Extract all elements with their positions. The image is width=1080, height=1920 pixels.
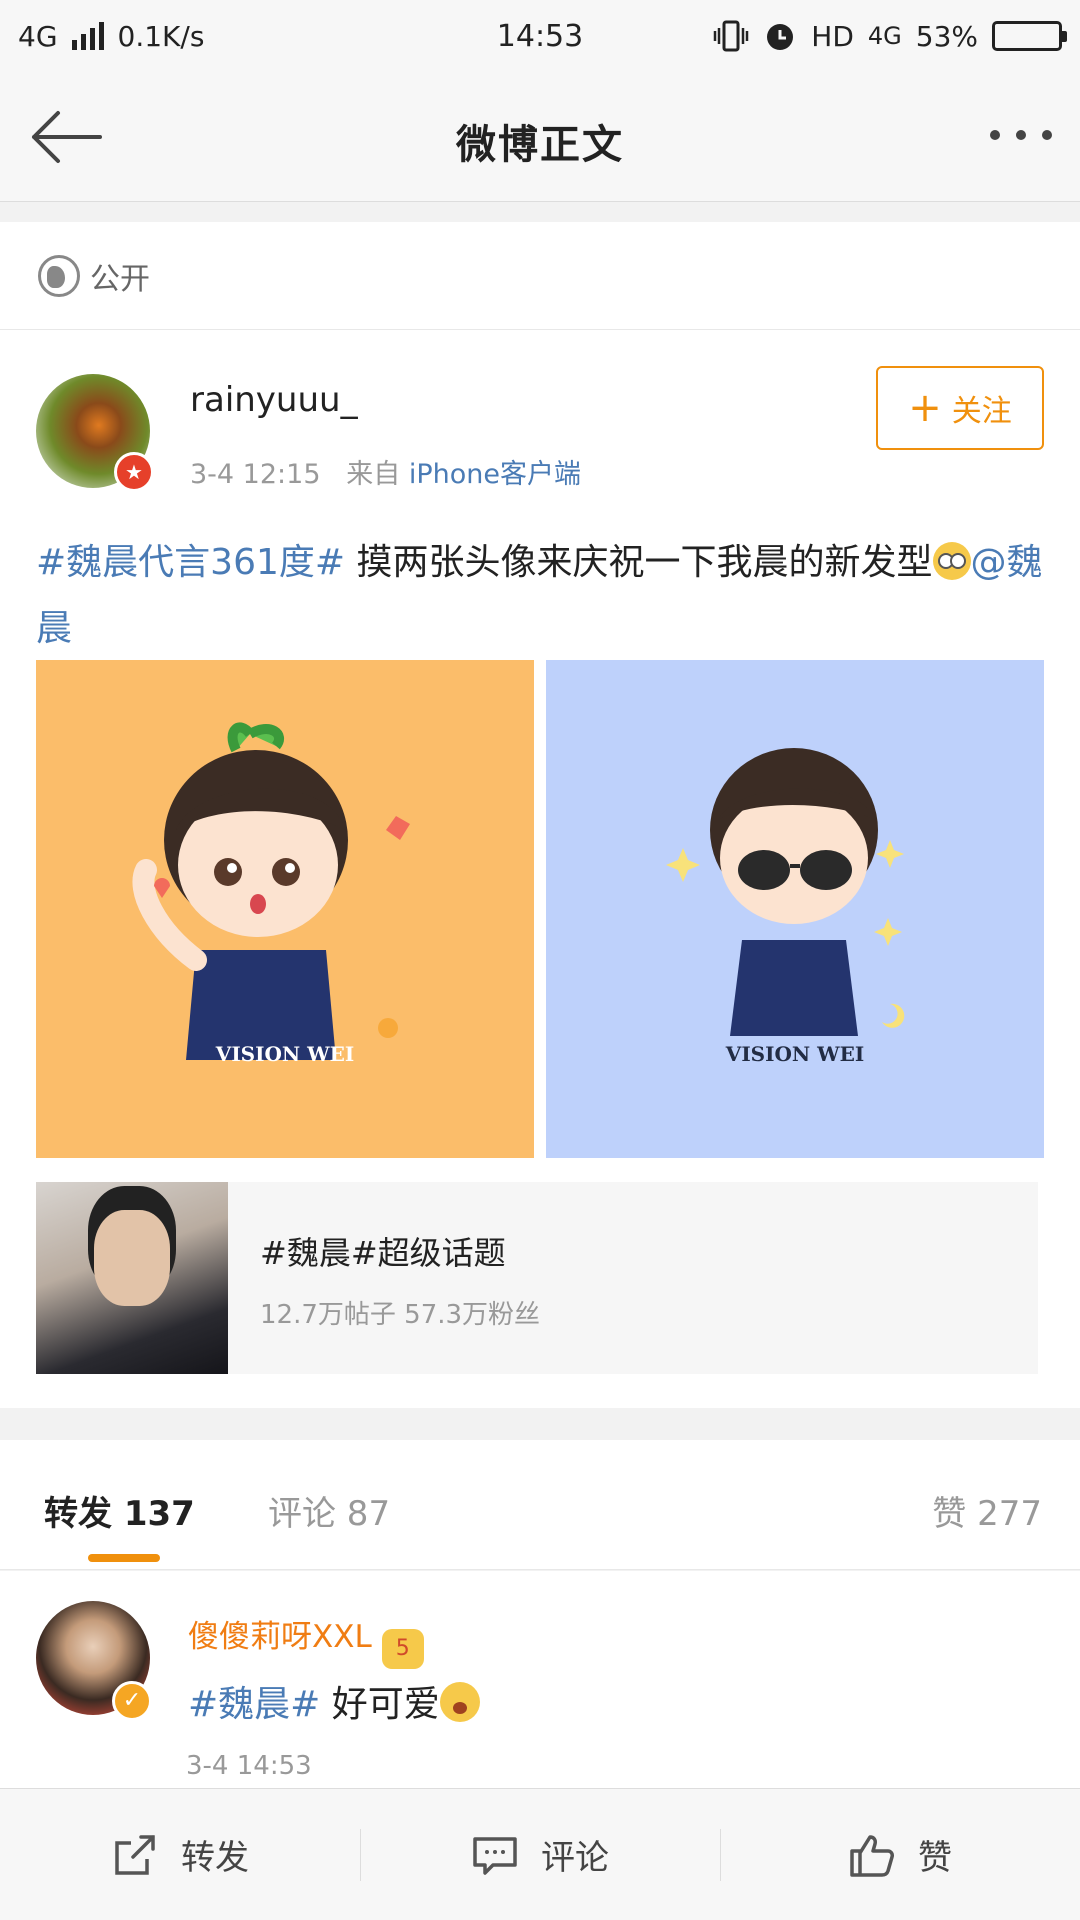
source-prefix: 来自 [346,459,401,490]
topic-title: #魏晨#超级话题 [260,1234,506,1272]
signal-icon [71,22,104,50]
battery-percent: 53% [915,19,978,53]
cartoon-avatar-sunglasses-illustration [666,748,905,1036]
repost-username-text: 傻傻莉呀XXL [188,1619,372,1655]
repost-body: 好可爱 [320,1684,440,1725]
repost-text: #魏晨# 好可爱 [188,1675,480,1727]
post-image-1[interactable]: VISION WEI [36,660,534,1158]
post-hashtag[interactable]: #魏晨代言361度# [36,542,345,583]
post-date: 3-4 12:15 [190,459,321,490]
tab-repost[interactable]: 转发 137 [44,1486,195,1535]
post-text: 摸两张头像来庆祝一下我晨的新发型 [345,542,933,583]
post-source[interactable]: iPhone客户端 [409,459,581,490]
comment-label: 评论 [541,1838,609,1878]
topic-info: #魏晨#超级话题 12.7万帖子 57.3万粉丝 [228,1182,540,1374]
repost-hashtag[interactable]: #魏晨# [188,1684,320,1725]
status-left: 4G 0.1K/s [18,20,398,53]
like-label: 赞 [918,1838,952,1878]
cartoon-avatar-illustration [132,722,410,1060]
interaction-tabs: 转发 137 评论 87 赞 277 [0,1440,1080,1570]
post-image-2[interactable]: VISION WEI [546,660,1044,1158]
repost-label: 转发 [181,1838,249,1878]
status-bar: 4G 0.1K/s 14:53 HD 4G 53% [0,0,1080,72]
super-topic-card[interactable]: #魏晨#超级话题 12.7万帖子 57.3万粉丝 [36,1182,1038,1374]
image-watermark: VISION WEI [725,1042,865,1066]
comment-icon [473,1836,517,1875]
visibility-row: 公开 [0,222,1080,330]
member-crown-icon: 5 [381,1629,424,1669]
repost-button[interactable]: 转发 [0,1789,360,1920]
alarm-icon [767,24,794,50]
battery-icon [992,21,1067,51]
bottom-action-bar: 转发 评论 赞 [0,1788,1080,1920]
verified-badge-icon: ✓ [112,1681,152,1721]
emoji-icon [932,542,971,580]
verified-badge-icon: ★ [114,452,154,492]
repost-item[interactable]: ✓ 傻傻莉呀XXL 5 #魏晨# 好可爱 3-4 14:53 [0,1571,1080,1789]
post-card: 公开 ★ rainyuuu_ 3-4 12:15 来自 iPhone客户端 + … [0,222,1080,1408]
network-speed: 0.1K/s [117,19,205,53]
network-type: 4G [18,19,58,53]
follow-button[interactable]: + 关注 [876,366,1044,450]
emoji-icon [439,1682,480,1722]
network-type-right: 4G [867,22,902,50]
follow-label: 关注 [951,394,1012,429]
tab-like[interactable]: 赞 277 [932,1486,1042,1535]
plus-icon: + [908,385,942,431]
tab-comment[interactable]: 评论 87 [268,1486,390,1535]
visibility-label: 公开 [90,261,150,297]
image-grid: VISION WEI VISION WEI [36,660,1044,1158]
post-body: #魏晨代言361度# 摸两张头像来庆祝一下我晨的新发型 @魏晨 [36,530,1046,662]
repost-username[interactable]: 傻傻莉呀XXL 5 [188,1611,424,1669]
hd-label: HD [811,19,854,53]
post-meta: 3-4 12:15 来自 iPhone客户端 [190,452,581,491]
more-options-icon[interactable] [990,130,1052,140]
nav-bar: 微博正文 [0,72,1080,202]
author-avatar[interactable]: ★ [36,374,154,492]
topic-stats: 12.7万帖子 57.3万粉丝 [260,1300,541,1330]
status-right: HD 4G 53% [682,18,1067,54]
topic-thumbnail [36,1182,228,1374]
clock: 14:53 [496,18,584,54]
like-button[interactable]: 赞 [720,1789,1080,1920]
globe-icon [38,254,80,297]
page-title: 微博正文 [456,122,624,168]
thumbs-up-icon [850,1834,894,1877]
comment-button[interactable]: 评论 [360,1789,720,1920]
author-username[interactable]: rainyuuu_ [190,380,358,420]
image-watermark: VISION WEI [215,1042,355,1066]
share-icon [115,1834,155,1875]
repost-time: 3-4 14:53 [186,1751,312,1781]
vibrate-icon [714,20,749,52]
active-tab-indicator [88,1554,160,1562]
